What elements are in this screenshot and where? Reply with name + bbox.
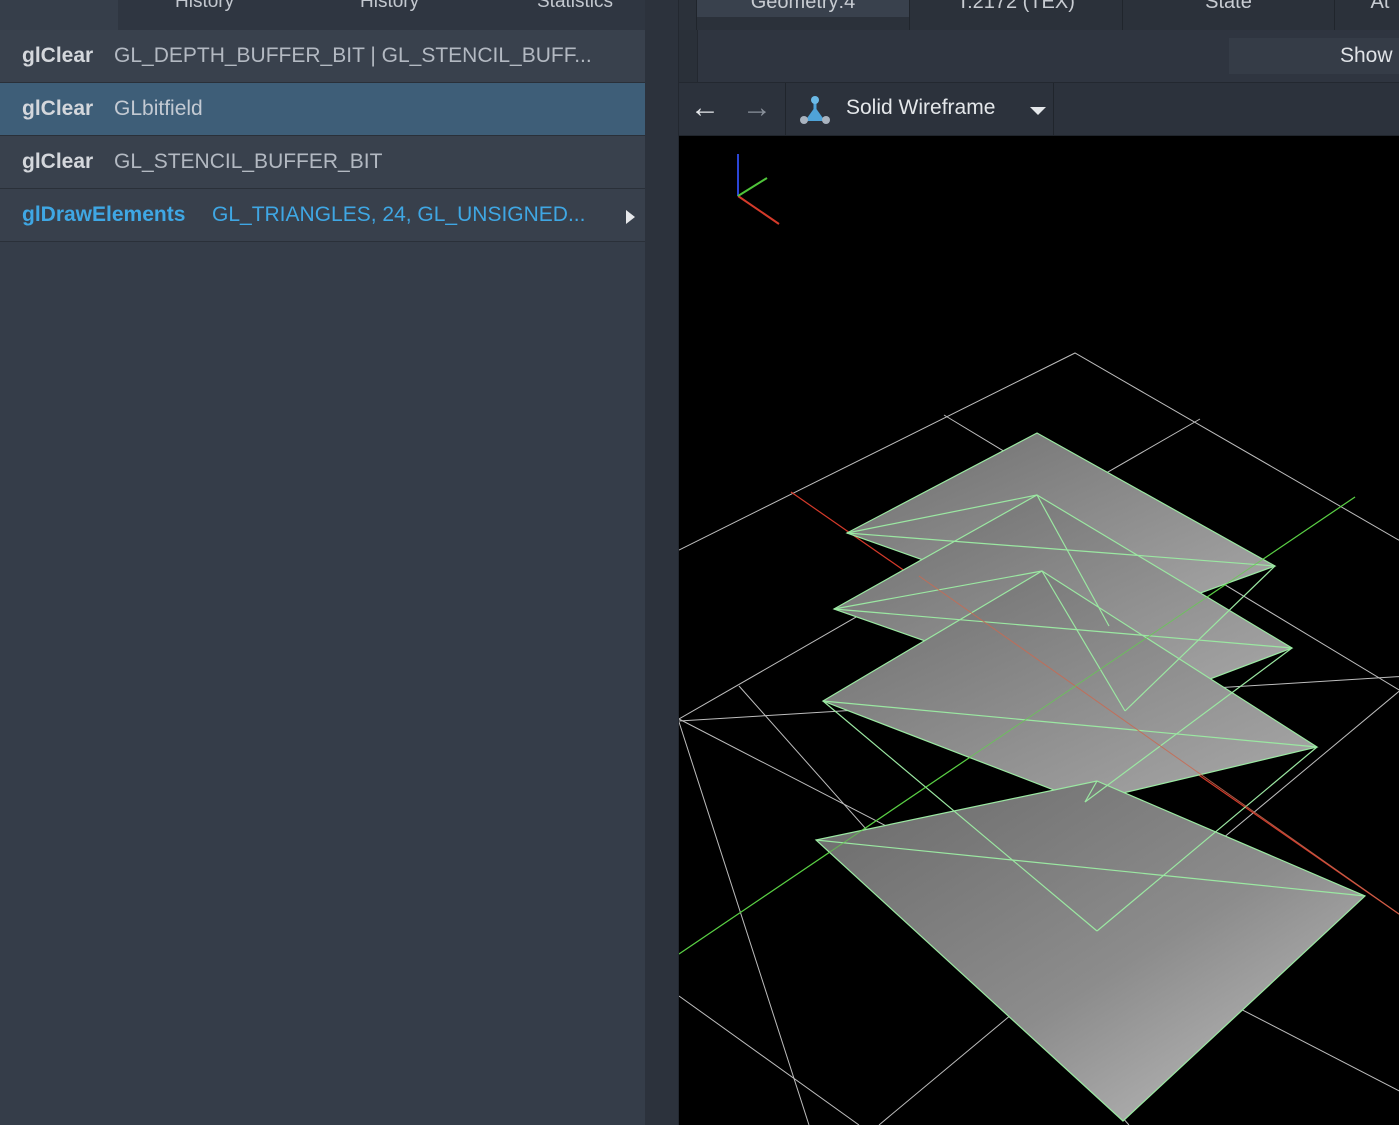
panel-splitter[interactable] bbox=[645, 0, 679, 1125]
call-function-name: glClear bbox=[22, 44, 94, 67]
chevron-down-icon bbox=[1030, 107, 1046, 115]
left-tab-bar: History History Statistics bbox=[0, 0, 645, 30]
viewer-options-bar: Show bbox=[679, 30, 1399, 83]
call-function-name: glDrawElements bbox=[22, 203, 186, 226]
call-function-name: glClear bbox=[22, 150, 94, 173]
expand-arrow-icon[interactable] bbox=[626, 210, 635, 224]
geometry-viewport[interactable] bbox=[679, 136, 1399, 1125]
tab-attributes[interactable]: At bbox=[1335, 0, 1399, 17]
arrow-right-icon[interactable]: → bbox=[737, 93, 777, 125]
call-arguments: GL_STENCIL_BUFFER_BIT bbox=[114, 150, 383, 173]
axis-gizmo bbox=[737, 154, 780, 225]
call-list-panel: History History Statistics glClear GL_DE… bbox=[0, 0, 645, 1125]
tripod-icon bbox=[800, 96, 830, 124]
tab-geometry[interactable]: Geometry:4 bbox=[697, 0, 909, 17]
tab-state[interactable]: State bbox=[1123, 0, 1334, 17]
right-tab-bar: Geometry:4 T:2172 (TEX) State At bbox=[679, 0, 1399, 30]
call-arguments: GLbitfield bbox=[114, 97, 203, 120]
call-row-glclear-bitfield[interactable]: glClear GLbitfield bbox=[0, 83, 645, 136]
call-row-glclear-depth[interactable]: glClear GL_DEPTH_BUFFER_BIT | GL_STENCIL… bbox=[0, 30, 645, 83]
geometry-canvas bbox=[679, 154, 1399, 1125]
options-bar-lead bbox=[679, 30, 698, 82]
call-arguments: GL_TRIANGLES, 24, GL_UNSIGNED... bbox=[212, 203, 586, 226]
tab-history-2[interactable]: History bbox=[360, 0, 419, 17]
show-button[interactable]: Show bbox=[1229, 38, 1399, 74]
render-mode-dropdown[interactable]: Solid Wireframe bbox=[786, 83, 1053, 135]
call-arguments: GL_DEPTH_BUFFER_BIT | GL_STENCIL_BUFF... bbox=[114, 44, 592, 67]
geometry-mesh bbox=[814, 432, 1367, 1122]
render-mode-label: Solid Wireframe bbox=[846, 96, 996, 119]
toolbar-divider bbox=[1053, 83, 1054, 135]
geometry-viewer-panel: Geometry:4 T:2172 (TEX) State At Show ← … bbox=[679, 0, 1399, 1125]
viewer-toolbar: ← → Solid Wireframe bbox=[679, 83, 1399, 136]
left-tab-spacer bbox=[0, 0, 118, 30]
call-function-name: glClear bbox=[22, 97, 94, 120]
tab-history[interactable]: History bbox=[175, 0, 234, 17]
tab-statistics[interactable]: Statistics bbox=[537, 0, 613, 17]
call-row-glclear-stencil[interactable]: glClear GL_STENCIL_BUFFER_BIT bbox=[0, 136, 645, 189]
tab-texture[interactable]: T:2172 (TEX) bbox=[910, 0, 1122, 17]
call-row-gldrawelements[interactable]: glDrawElements GL_TRIANGLES, 24, GL_UNSI… bbox=[0, 189, 645, 242]
arrow-left-icon[interactable]: ← bbox=[685, 93, 725, 125]
